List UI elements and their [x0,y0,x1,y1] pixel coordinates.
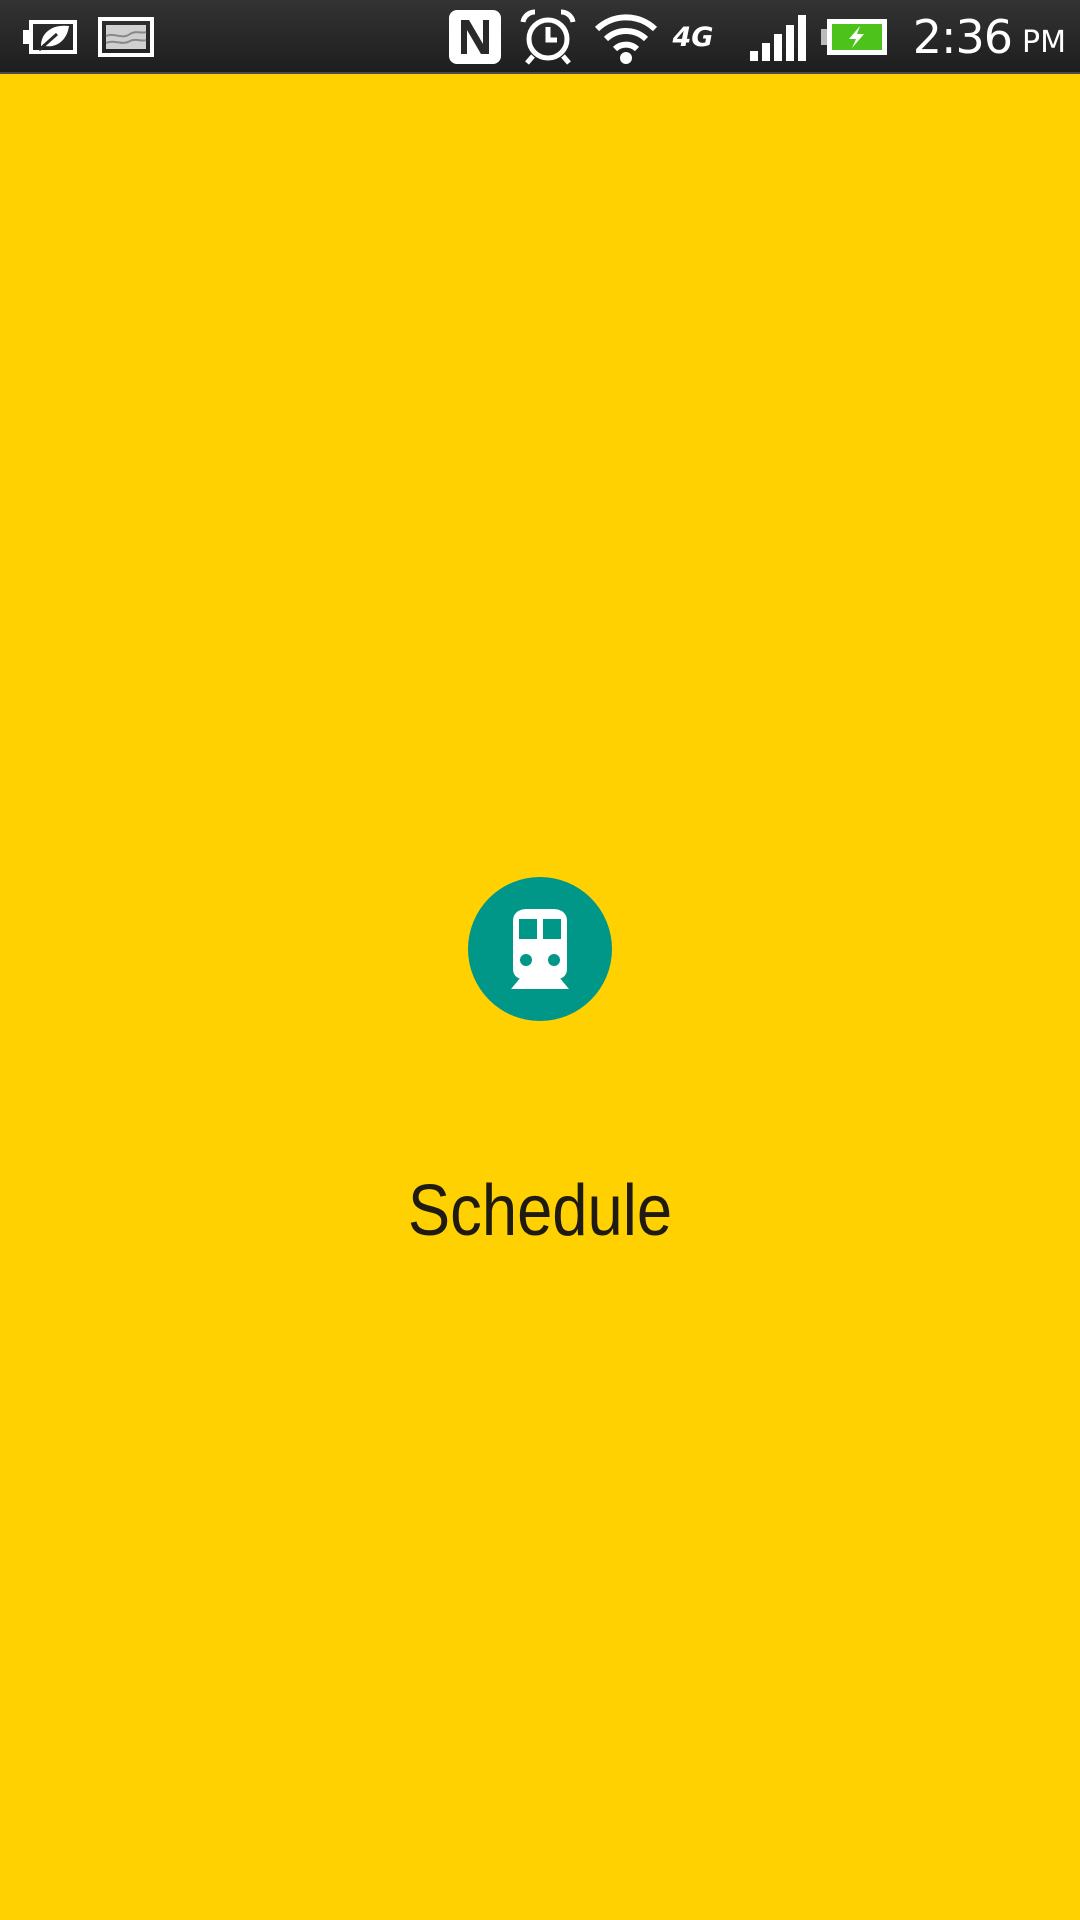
train-icon [511,909,569,989]
gallery-notification-icon [98,0,154,74]
wifi-icon [592,0,660,74]
splash-title: Schedule [407,1171,673,1251]
status-clock: 2:36 PM [913,0,1066,74]
signal-icon [748,0,806,74]
network-4g-icon: 4G [672,21,714,53]
battery-charging-icon [820,0,890,74]
app-logo [468,877,612,1021]
alarm-icon [518,0,578,74]
nfc-icon [446,0,504,74]
clock-ampm: PM [1022,24,1066,60]
status-bar: 4G 2:36 PM [0,0,1080,74]
clock-time: 2:36 [912,10,1013,64]
power-saver-icon [22,0,84,74]
